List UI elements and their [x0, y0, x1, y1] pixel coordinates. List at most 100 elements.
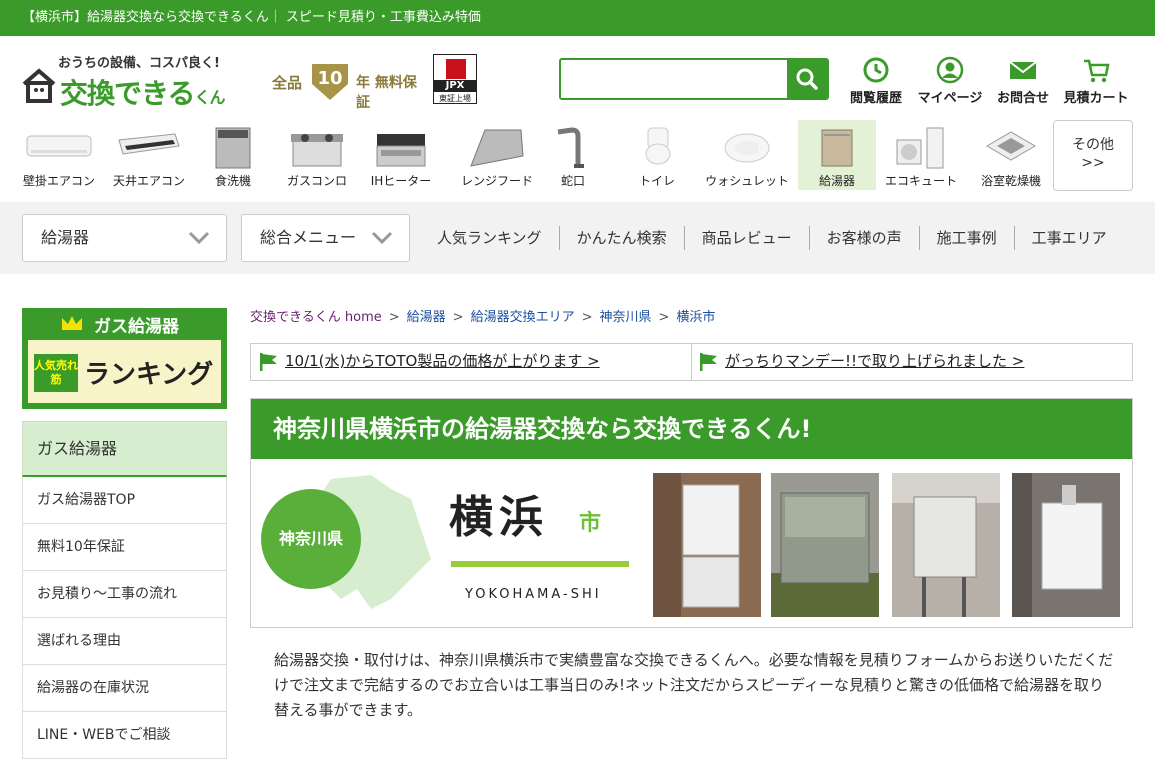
ranking-sub: 人気売れ筋	[34, 354, 78, 392]
notice-tv[interactable]: がっちりマンデー!!で取り上げられました >	[699, 344, 1024, 380]
chevron-down-icon	[188, 231, 210, 245]
wall-aircon-icon	[26, 135, 92, 157]
sidebar-item-stock[interactable]: 給湯器の在庫状況	[22, 665, 227, 712]
notice-price[interactable]: 10/1(水)からTOTO製品の価格が上がります >	[259, 344, 600, 380]
nav-link-voices[interactable]: お客様の声	[808, 226, 919, 250]
nav-link-reviews[interactable]: 商品レビュー	[683, 226, 809, 250]
ranking-banner[interactable]: ガス給湯器 人気売れ筋 ランキング	[22, 308, 227, 409]
nav-link-cases[interactable]: 施工事例	[918, 226, 1014, 250]
history-icon	[863, 57, 889, 83]
heater-photo-3	[892, 473, 1000, 617]
ceiling-aircon-icon	[118, 133, 180, 155]
top-banner-text: 【横浜市】給湯器交換なら交換できるくん｜ スピード見積り・工事費込み特価	[22, 10, 481, 25]
mypage-label: マイページ	[917, 91, 983, 106]
category-label: 浴室乾燥機	[980, 174, 1041, 188]
logo-suffix: くん	[194, 88, 225, 107]
jpx-badge: JPX 東証上場	[433, 54, 477, 104]
sidebar-item-flow[interactable]: お見積り～工事の流れ	[22, 571, 227, 618]
dishwasher-icon	[215, 127, 251, 169]
heater-photo-4	[1012, 473, 1120, 617]
breadcrumb-separator: >	[581, 310, 593, 325]
category-more-label: その他	[1072, 137, 1114, 153]
ecocute-icon	[896, 127, 944, 169]
breadcrumb-city[interactable]: 横浜市	[676, 310, 715, 325]
top-banner: 【横浜市】給湯器交換なら交換できるくん｜ スピード見積り・工事費込み特価	[0, 0, 1155, 36]
breadcrumb: 交換できるくん home > 給湯器 > 給湯器交換エリア > 神奈川県 > 横浜市	[250, 306, 715, 325]
guarantee-pre: 全品	[272, 74, 303, 92]
water-heater-photo	[892, 473, 1000, 617]
search-box	[559, 58, 829, 100]
breadcrumb-separator: >	[388, 310, 400, 325]
notice-divider	[691, 344, 692, 380]
category-dropdown[interactable]: 給湯器	[22, 214, 227, 262]
ranking-word: ランキング	[84, 360, 214, 390]
category-more-button[interactable]: その他 >>	[1053, 120, 1133, 191]
category-label: ウォシュレット	[705, 174, 789, 188]
sidebar-item-reasons[interactable]: 選ばれる理由	[22, 618, 227, 665]
sidebar-heading: ガス給湯器	[22, 421, 227, 477]
category-label: エコキュート	[884, 174, 957, 188]
category-label: トイレ	[638, 174, 675, 188]
faucet-icon	[557, 127, 584, 168]
hero-title: 神奈川県横浜市の給湯器交換なら交換できるくん!	[251, 399, 1132, 459]
heater-photo-1	[653, 473, 761, 617]
guarantee-years: 10	[317, 68, 343, 89]
menu-dropdown[interactable]: 総合メニュー	[241, 214, 410, 262]
ranking-title: ガス給湯器	[22, 312, 227, 337]
sidebar-item-top[interactable]: ガス給湯器TOP	[22, 477, 227, 524]
notice-bar: 10/1(水)からTOTO製品の価格が上がります > がっちりマンデー!!で取り…	[250, 343, 1133, 381]
water-heater-photo	[653, 473, 761, 617]
nav-band: 給湯器 総合メニュー 人気ランキング かんたん検索 商品レビュー お客様の声 施…	[0, 202, 1155, 274]
category-faucet[interactable]: 蛇口	[534, 120, 612, 190]
hero-shi: 市	[579, 511, 602, 536]
category-wall-aircon[interactable]: 壁掛エアコン	[20, 120, 98, 190]
breadcrumb-prefecture[interactable]: 神奈川県	[599, 310, 651, 325]
nav-link-search[interactable]: かんたん検索	[558, 226, 684, 250]
category-label: 壁掛エアコン	[22, 174, 95, 188]
jpx-sub: 東証上場	[439, 94, 471, 103]
breadcrumb-area[interactable]: 給湯器交換エリア	[471, 310, 575, 325]
cart-label: 見積カート	[1063, 91, 1129, 106]
washlet-icon	[724, 133, 770, 163]
breadcrumb-home[interactable]: 交換できるくん home	[250, 310, 382, 325]
category-ih-heater[interactable]: IHヒーター	[362, 120, 440, 190]
category-ecocute[interactable]: エコキュート	[882, 120, 960, 190]
sidebar-list: ガス給湯器TOP 無料10年保証 お見積り～工事の流れ 選ばれる理由 給湯器の在…	[22, 477, 227, 759]
history-link[interactable]: 閲覧履歴	[836, 56, 916, 106]
category-dropdown-label: 給湯器	[41, 228, 90, 247]
house-icon	[22, 68, 56, 103]
contact-label: お問合せ	[996, 91, 1049, 106]
bath-dryer-icon	[986, 131, 1036, 161]
search-button[interactable]	[787, 60, 827, 98]
category-ceiling-aircon[interactable]: 天井エアコン	[110, 120, 188, 190]
category-gas-stove[interactable]: ガスコンロ	[278, 120, 356, 190]
nav-links: 人気ランキング かんたん検索 商品レビュー お客様の声 施工事例 工事エリア	[420, 226, 1124, 250]
history-label: 閲覧履歴	[849, 91, 902, 106]
category-washlet[interactable]: ウォシュレット	[705, 120, 789, 190]
nav-link-ranking[interactable]: 人気ランキング	[420, 226, 559, 250]
hero-city: 横浜	[449, 492, 549, 543]
breadcrumb-water-heater[interactable]: 給湯器	[407, 310, 446, 325]
search-icon	[796, 68, 818, 90]
hero-body: 神奈川県 横浜 市 YOKOHAMA-SHI	[251, 459, 1132, 627]
jpx-label: JPX	[434, 80, 476, 92]
hero-banner: 神奈川県横浜市の給湯器交換なら交換できるくん! 神奈川県 横浜 市 YOKOHA…	[250, 398, 1133, 628]
jpx-mark-icon	[446, 59, 466, 79]
cart-link[interactable]: 見積カート	[1056, 56, 1136, 106]
category-dishwasher[interactable]: 食洗機	[194, 120, 272, 190]
gas-stove-icon	[291, 134, 343, 167]
sidebar-item-consult[interactable]: LINE・WEBでご相談	[22, 712, 227, 759]
chevron-down-icon	[371, 231, 393, 245]
mypage-link[interactable]: マイページ	[910, 56, 990, 106]
user-icon	[936, 56, 964, 84]
site-logo[interactable]: おうちの設備、コスパ良く! 交換できるくん	[22, 52, 262, 112]
category-water-heater[interactable]: 給湯器	[798, 120, 876, 190]
contact-link[interactable]: お問合せ	[983, 56, 1063, 106]
sidebar-item-warranty[interactable]: 無料10年保証	[22, 524, 227, 571]
search-input[interactable]	[561, 60, 789, 98]
category-bath-dryer[interactable]: 浴室乾燥機	[972, 120, 1050, 190]
guarantee-badge: 全品 10 年 無料保証	[272, 62, 424, 111]
category-toilet[interactable]: トイレ	[618, 120, 696, 190]
nav-link-area[interactable]: 工事エリア	[1013, 226, 1124, 250]
logo-main-text: 交換できる	[60, 77, 195, 110]
